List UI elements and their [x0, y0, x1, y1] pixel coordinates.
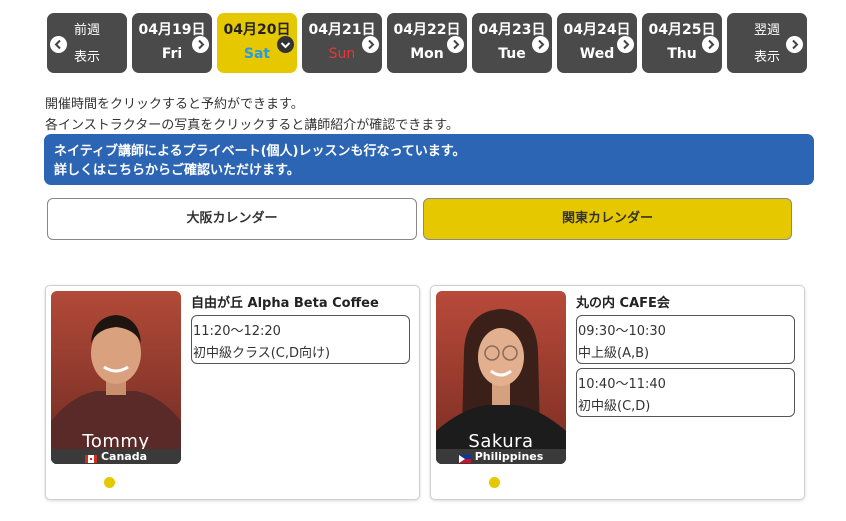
chevron-right-icon	[447, 36, 464, 53]
day-tab-0420[interactable]: 04月20日 Sat	[217, 13, 297, 73]
day-tab-0419[interactable]: 04月19日 Fri	[132, 13, 212, 73]
private-lesson-banner[interactable]: ネイティブ講師によるプライベート(個人)レッスンも行なっています。 詳しくはこち…	[44, 134, 814, 185]
instructor-country: Canada	[51, 449, 181, 464]
date-navigation: 前週 表示 04月19日 Fri 04月20日 Sat 04月21日 Sun 0…	[47, 13, 807, 75]
instructor-photo-tommy[interactable]: Tommy Canada	[51, 291, 181, 464]
lesson-slot[interactable]: 11:20〜12:20 初中級クラス(C,D向け)	[191, 315, 410, 364]
day-tab-0422[interactable]: 04月22日 Mon	[387, 13, 467, 73]
day-tab-0421[interactable]: 04月21日 Sun	[302, 13, 382, 73]
lesson-slot[interactable]: 10:40〜11:40 初中級(C,D)	[576, 368, 795, 417]
chevron-right-icon	[617, 36, 634, 53]
country-name: Philippines	[474, 450, 544, 463]
slot-time: 10:40〜11:40	[578, 377, 666, 392]
chevron-right-icon	[786, 36, 803, 53]
lesson-slot[interactable]: 09:30〜10:30 中上級(A,B)	[576, 315, 795, 364]
day-tab-0423[interactable]: 04月23日 Tue	[472, 13, 552, 73]
instructor-country: Philippines	[436, 449, 566, 464]
prev-week-button[interactable]: 前週 表示	[47, 13, 127, 73]
slot-time: 11:20〜12:20	[193, 324, 281, 339]
banner-line-1: ネイティブ講師によるプライベート(個人)レッスンも行なっています。	[54, 144, 466, 159]
slot-level: 中上級(A,B)	[578, 346, 650, 361]
chevron-right-icon	[192, 36, 209, 53]
philippines-flag-icon	[458, 452, 471, 463]
instructor-photo-sakura[interactable]: Sakura Philippines	[436, 291, 566, 464]
slot-level: 初中級(C,D)	[578, 399, 651, 414]
day-tab-0424[interactable]: 04月24日 Wed	[557, 13, 637, 73]
slot-level: 初中級クラス(C,D向け)	[193, 346, 331, 361]
slot-time: 09:30〜10:30	[578, 324, 666, 339]
status-dot	[104, 477, 115, 488]
chevron-down-icon	[277, 36, 294, 53]
chevron-right-icon	[702, 36, 719, 53]
next-week-button[interactable]: 翌週 表示	[727, 13, 807, 73]
prev-week-label-2: 表示	[73, 50, 100, 65]
osaka-calendar-button[interactable]: 大阪カレンダー	[47, 198, 417, 240]
kanto-calendar-button[interactable]: 関東カレンダー	[423, 198, 792, 240]
status-dot	[489, 477, 500, 488]
banner-line-2: 詳しくはこちらからご確認いただけます。	[54, 163, 300, 178]
instructor-card-sakura: Sakura Philippines 丸の内 CAFE会 09:30〜10:30…	[430, 285, 805, 500]
prev-week-label-1: 前週	[73, 23, 100, 38]
chevron-right-icon	[362, 36, 379, 53]
canada-flag-icon	[84, 452, 97, 463]
country-name: Canada	[100, 450, 148, 463]
instruction-text-photo: 各インストラクターの写真をクリックすると講師紹介が確認できます。	[45, 118, 459, 133]
chevron-right-icon	[532, 36, 549, 53]
day-tab-0425[interactable]: 04月25日 Thu	[642, 13, 722, 73]
instructor-card-tommy: Tommy Canada 自由が丘 Alpha Beta Coffee 11:2…	[45, 285, 420, 500]
venue-name: 自由が丘 Alpha Beta Coffee	[191, 296, 379, 311]
venue-name: 丸の内 CAFE会	[576, 296, 670, 311]
instruction-text-booking: 開催時間をクリックすると予約ができます。	[45, 97, 304, 112]
